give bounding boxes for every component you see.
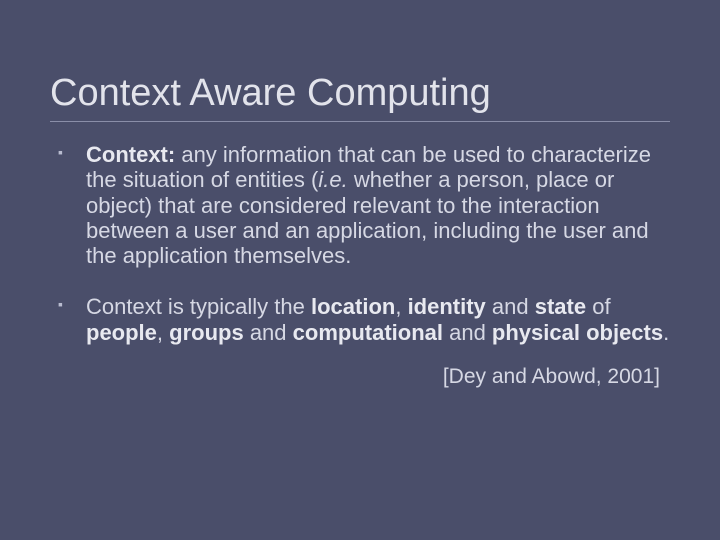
slide-title: Context Aware Computing — [50, 72, 670, 122]
bullet-item-1: Context: any information that can be use… — [58, 142, 670, 268]
b2-p2: , — [395, 294, 407, 319]
b2-p6: and — [244, 320, 293, 345]
bullet-list: Context: any information that can be use… — [50, 142, 670, 345]
b2-p5: , — [157, 320, 169, 345]
b2-location: location — [311, 294, 395, 319]
bullet1-italic: i.e. — [318, 167, 347, 192]
citation: [Dey and Abowd, 2001] — [50, 365, 670, 389]
b2-p1: Context is typically the — [86, 294, 311, 319]
slide: Context Aware Computing Context: any inf… — [0, 0, 720, 429]
b2-identity: identity — [408, 294, 486, 319]
b2-p8: . — [663, 320, 669, 345]
b2-computational: computational — [293, 320, 443, 345]
context-label: Context: — [86, 142, 175, 167]
b2-physical-objects: physical objects — [492, 320, 663, 345]
bullet-item-2: Context is typically the location, ident… — [58, 294, 670, 345]
b2-groups: groups — [169, 320, 244, 345]
b2-p7: and — [443, 320, 492, 345]
b2-state: state — [535, 294, 586, 319]
b2-people: people — [86, 320, 157, 345]
b2-p3: and — [486, 294, 535, 319]
b2-p4: of — [586, 294, 610, 319]
